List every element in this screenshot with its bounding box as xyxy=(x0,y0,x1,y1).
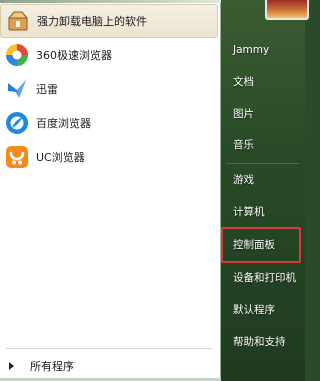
places-item-help-support[interactable]: 帮助和支持 xyxy=(221,326,305,356)
places-pane: Jammy 文档 图片 音乐 游戏 计算机 控制面板 设备和打印机 默认程序 帮… xyxy=(221,0,309,381)
program-label: 360极速浏览器 xyxy=(36,49,112,62)
places-item-devices-printers[interactable]: 设备和打印机 xyxy=(221,262,305,292)
places-item-computer[interactable]: 计算机 xyxy=(221,196,305,226)
uc-browser-icon xyxy=(4,144,30,170)
program-item-360-browser[interactable]: 360极速浏览器 xyxy=(0,38,218,72)
places-item-games[interactable]: 游戏 xyxy=(221,164,305,194)
places-item-label: 音乐 xyxy=(233,138,254,151)
uninstall-box-icon xyxy=(5,8,31,34)
places-item-music[interactable]: 音乐 xyxy=(221,129,305,159)
places-item-label: 默认程序 xyxy=(233,303,275,316)
places-item-label: 文档 xyxy=(233,75,254,88)
program-label: 迅雷 xyxy=(36,83,58,96)
user-avatar[interactable] xyxy=(265,0,309,20)
chevron-right-icon xyxy=(9,362,14,370)
pane-top-edge xyxy=(0,0,221,3)
thunder-icon xyxy=(4,76,30,102)
places-item-label: 计算机 xyxy=(233,205,265,218)
program-item-uc-browser[interactable]: UC浏览器 xyxy=(0,140,218,174)
program-label: 强力卸载电脑上的软件 xyxy=(37,15,147,28)
program-item-baidu-browser[interactable]: 百度浏览器 xyxy=(0,106,218,140)
places-item-documents[interactable]: 文档 xyxy=(221,66,305,96)
360-browser-icon xyxy=(4,42,30,68)
all-programs-button[interactable]: 所有程序 xyxy=(0,354,218,378)
program-label: 百度浏览器 xyxy=(36,117,91,130)
start-menu: 强力卸载电脑上的软件 360极速浏览器 迅雷 百度浏览器 UC浏览器 所有程序 … xyxy=(0,0,309,381)
places-item-user[interactable]: Jammy xyxy=(221,35,305,65)
places-item-label: 帮助和支持 xyxy=(233,335,286,348)
places-item-pictures[interactable]: 图片 xyxy=(221,98,305,128)
baidu-browser-icon xyxy=(4,110,30,136)
program-list-pane: 强力卸载电脑上的软件 360极速浏览器 迅雷 百度浏览器 UC浏览器 所有程序 xyxy=(0,0,221,381)
program-item-thunder[interactable]: 迅雷 xyxy=(0,72,218,106)
highlight-box xyxy=(221,227,301,263)
places-item-label: Jammy xyxy=(233,44,270,56)
places-item-label: 图片 xyxy=(233,107,254,120)
divider xyxy=(6,348,212,349)
all-programs-label: 所有程序 xyxy=(30,360,74,373)
places-item-default-programs[interactable]: 默认程序 xyxy=(221,294,305,324)
program-label: UC浏览器 xyxy=(36,151,85,164)
program-item-uninstaller[interactable]: 强力卸载电脑上的软件 xyxy=(0,4,218,38)
places-item-label: 游戏 xyxy=(233,173,254,186)
places-item-label: 设备和打印机 xyxy=(233,271,296,284)
